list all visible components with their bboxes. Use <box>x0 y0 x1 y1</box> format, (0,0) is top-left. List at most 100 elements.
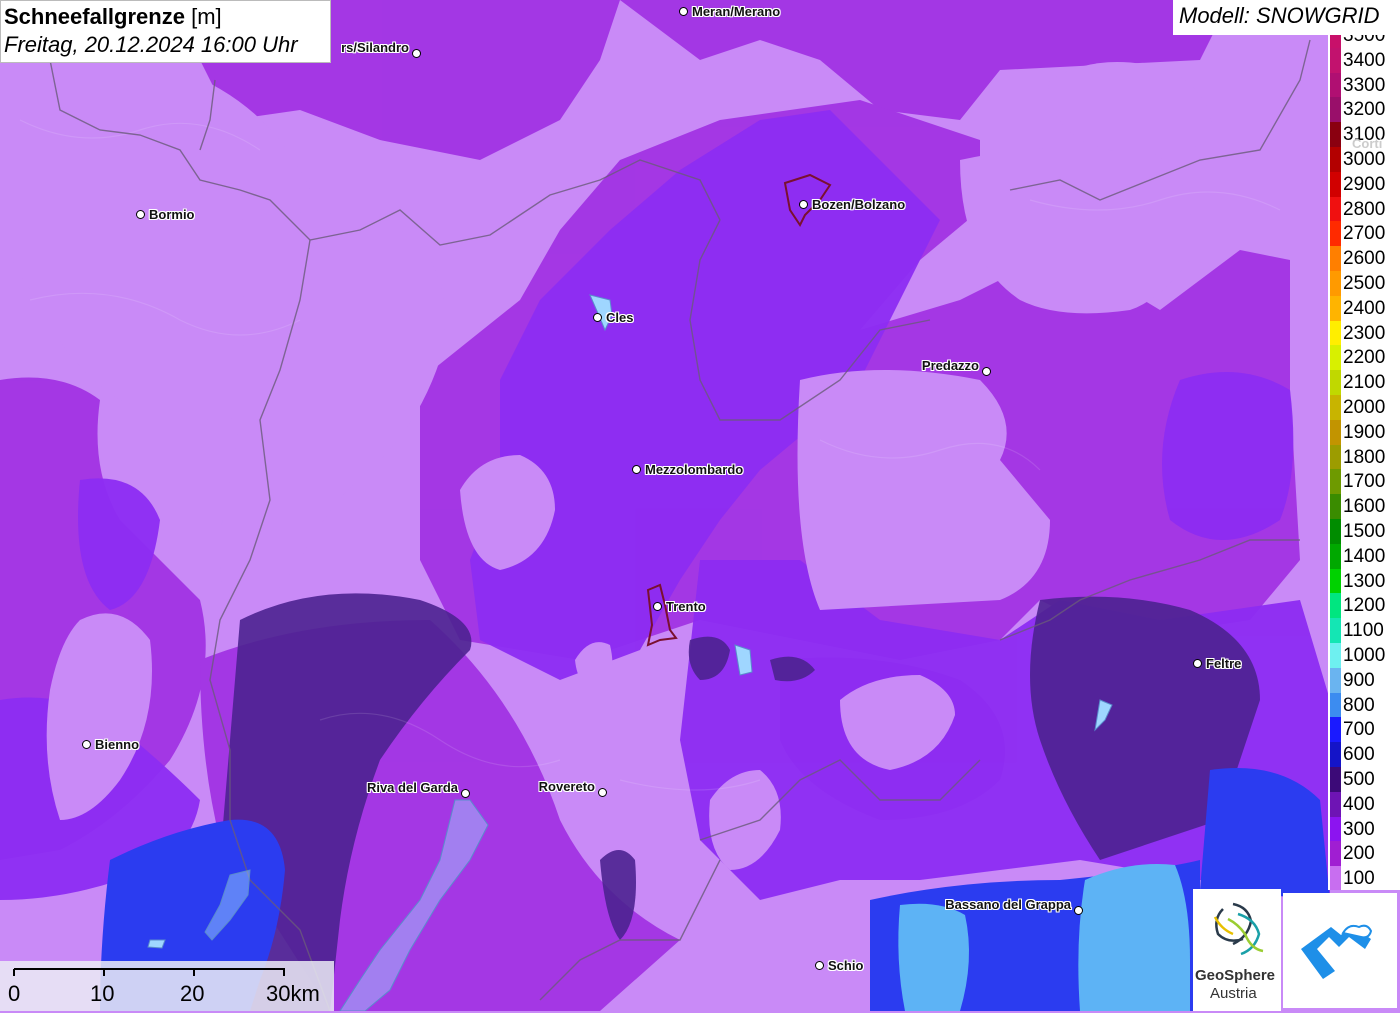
legend-entry: 1200 <box>1328 593 1400 619</box>
legend-entry: 200 <box>1328 841 1400 867</box>
city-marker-icon[interactable] <box>593 313 602 322</box>
map-timestamp: Freitag, 20.12.2024 16:00 Uhr <box>4 32 298 57</box>
legend-swatch <box>1330 767 1341 792</box>
legend-label: 3200 <box>1343 99 1386 121</box>
legend-label: 2400 <box>1343 297 1386 319</box>
legend-label: 1100 <box>1343 620 1384 642</box>
city-label[interactable]: Bozen/Bolzano <box>812 197 905 212</box>
legend-swatch <box>1330 791 1341 817</box>
legend-swatch <box>1330 469 1341 495</box>
legend-swatch <box>1330 618 1341 643</box>
legend-label: 3000 <box>1343 149 1386 170</box>
city-marker-icon[interactable] <box>1193 659 1202 668</box>
geosphere-logo[interactable]: GeoSphere Austria <box>1193 889 1281 1011</box>
legend-label: 2000 <box>1343 397 1386 418</box>
legend-swatch <box>1330 122 1341 147</box>
snowfall-limit-map[interactable] <box>0 0 1400 1011</box>
legend-entry: 2700 <box>1328 221 1400 247</box>
legend-label: 2800 <box>1343 198 1386 220</box>
scale-label-10: 10 <box>90 981 115 1006</box>
legend-swatch <box>1330 593 1341 619</box>
legend-label: 200 <box>1343 843 1375 865</box>
city-label[interactable]: Bassano del Grappa <box>945 897 1071 912</box>
legend-entry: 2600 <box>1328 246 1400 271</box>
legend-entry: 3200 <box>1328 97 1400 123</box>
legend-entry: 800 <box>1328 692 1400 718</box>
legend-entry: 2900 <box>1328 171 1400 197</box>
legend-entry: 2200 <box>1328 345 1400 371</box>
legend-swatch <box>1330 395 1341 420</box>
map-title: Schneefallgrenze [m] <box>4 4 222 29</box>
city-marker-icon[interactable] <box>815 961 824 970</box>
legend-label: 900 <box>1343 669 1375 691</box>
legend-entry: 1800 <box>1328 444 1400 470</box>
partial-place-label: Corti <box>1352 136 1383 151</box>
city-label[interactable]: Bormio <box>149 207 195 222</box>
legend-swatch <box>1330 196 1341 222</box>
city-label[interactable]: Trento <box>666 599 706 614</box>
city-label[interactable]: Feltre <box>1206 656 1241 671</box>
city-marker-icon[interactable] <box>412 49 421 58</box>
city-label[interactable]: Schio <box>828 958 863 973</box>
legend-entry: 500 <box>1328 767 1400 792</box>
city-label[interactable]: rs/Silandro <box>341 40 409 55</box>
legend-entry: 2100 <box>1328 370 1400 395</box>
legend-swatch <box>1330 519 1341 544</box>
legend-swatch <box>1330 171 1341 197</box>
legend-entry: 2400 <box>1328 295 1400 321</box>
austria-text: Austria <box>1210 985 1257 1002</box>
city-label[interactable]: Bienno <box>95 737 139 752</box>
legend-entry: 3500 <box>1328 35 1400 48</box>
legend-label: 800 <box>1343 694 1375 716</box>
city-marker-icon[interactable] <box>461 789 470 798</box>
legend-label: 2300 <box>1343 322 1386 344</box>
legend-entry: 3300 <box>1328 72 1400 98</box>
legend-swatch <box>1330 543 1341 569</box>
legend-swatch <box>1330 246 1341 271</box>
legend-entry: 1000 <box>1328 643 1400 668</box>
snow-mountain-icon <box>1301 924 1373 979</box>
city-label[interactable]: Predazzo <box>922 358 979 373</box>
legend-swatch <box>1330 147 1341 172</box>
city-marker-icon[interactable] <box>82 740 91 749</box>
legend-swatch <box>1330 345 1341 371</box>
city-marker-icon[interactable] <box>982 367 991 376</box>
legend-entry: 100 <box>1328 866 1400 890</box>
city-marker-icon[interactable] <box>679 7 688 16</box>
legend-entry: 1500 <box>1328 519 1400 544</box>
legend-label: 3500 <box>1343 35 1386 46</box>
legend-label: 1400 <box>1343 545 1386 567</box>
legend-swatch <box>1330 717 1341 743</box>
map-title-box: Schneefallgrenze [m] Freitag, 20.12.2024… <box>0 0 331 63</box>
city-label[interactable]: Cles <box>606 310 633 325</box>
city-marker-icon[interactable] <box>136 210 145 219</box>
legend-swatch <box>1330 742 1341 767</box>
legend-label: 2600 <box>1343 248 1386 270</box>
city-label[interactable]: Riva del Garda <box>367 780 458 795</box>
snowgrid-logo[interactable] <box>1283 893 1397 1008</box>
color-legend: 3500 3400 3300 3200 3100 3000 2900 2800 2700 2600… <box>1328 35 1400 890</box>
legend-label: 3300 <box>1343 74 1386 96</box>
city-marker-icon[interactable] <box>632 465 641 474</box>
legend-swatch <box>1330 320 1341 346</box>
legend-swatch <box>1330 295 1341 321</box>
city-label[interactable]: Mezzolombardo <box>645 462 743 477</box>
legend-entry: 1100 <box>1328 618 1400 643</box>
city-label[interactable]: Rovereto <box>539 779 595 794</box>
city-marker-icon[interactable] <box>1074 906 1083 915</box>
legend-swatch <box>1330 692 1341 718</box>
legend-label: 2700 <box>1343 223 1386 245</box>
legend-entry: 2500 <box>1328 271 1400 296</box>
legend-label: 1500 <box>1343 521 1386 542</box>
legend-label: 300 <box>1343 818 1375 840</box>
scale-label-20: 20 <box>180 981 205 1006</box>
city-label[interactable]: Meran/Merano <box>692 4 780 19</box>
legend-swatch <box>1330 643 1341 668</box>
city-marker-icon[interactable] <box>799 200 808 209</box>
legend-entry: 900 <box>1328 667 1400 693</box>
geosphere-text: GeoSphere <box>1195 967 1276 984</box>
legend-entry: 2300 <box>1328 320 1400 346</box>
legend-entry: 1900 <box>1328 419 1400 445</box>
city-marker-icon[interactable] <box>653 602 662 611</box>
city-marker-icon[interactable] <box>598 788 607 797</box>
